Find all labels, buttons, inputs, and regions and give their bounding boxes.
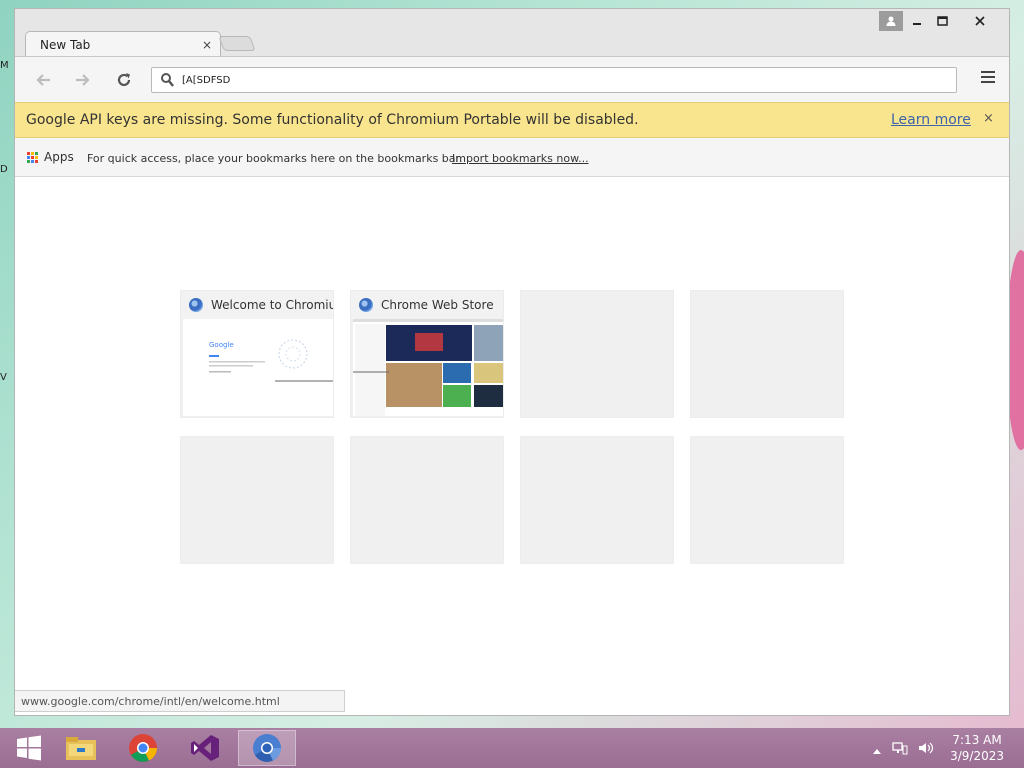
desktop-icon-label-m: M [0,60,9,71]
visual-studio-icon[interactable] [176,730,234,766]
empty-tile [690,290,844,418]
chromium-icon[interactable] [238,730,296,766]
tile-title: Welcome to Chromium [211,298,333,312]
close-window-button[interactable] [957,11,1003,31]
infobar-message: Google API keys are missing. Some functi… [26,112,639,128]
most-visited-tile[interactable]: Chrome Web Store [350,290,504,418]
desktop-icon-label-v: V [0,372,7,383]
omnibox[interactable] [151,67,957,93]
empty-tile [180,436,334,564]
tab-new-tab[interactable]: New Tab × [25,31,221,57]
browser-window: New Tab × Google API keys are missing. S… [14,8,1010,716]
apps-shortcut[interactable]: Apps [27,150,74,164]
apps-grid-icon [27,151,38,163]
tab-close-icon[interactable]: × [202,38,212,52]
profile-icon[interactable] [879,11,903,31]
empty-tile [520,436,674,564]
clock-date: 3/9/2023 [950,749,1004,763]
tile-title: Chrome Web Store [381,298,494,312]
network-icon[interactable] [892,740,908,759]
windows-start-icon[interactable] [0,730,58,766]
hamburger-menu-icon[interactable] [981,71,995,86]
new-tab-page: Welcome to Chromium Google Chrome Web St [15,177,1009,715]
new-tab-button[interactable] [218,36,256,51]
file-explorer-icon[interactable] [52,730,110,766]
import-bookmarks-link[interactable]: Import bookmarks now... [452,152,589,165]
taskbar-clock[interactable]: 7:13 AM 3/9/2023 [950,732,1004,764]
web-store-favicon-icon [359,298,373,312]
search-icon [160,72,174,92]
tab-title: New Tab [40,37,91,52]
infobar-close-icon[interactable]: × [983,111,994,126]
bookmarks-bar: Apps For quick access, place your bookma… [15,138,1009,177]
svg-text:Google: Google [209,341,234,349]
most-visited-tile[interactable]: Welcome to Chromium Google [180,290,334,418]
learn-more-link[interactable]: Learn more [891,112,971,128]
tile-thumbnail: Google [183,319,333,416]
toolbar [15,56,1009,102]
taskbar: 7:13 AM 3/9/2023 [0,728,1024,768]
forward-arrow-icon[interactable] [71,68,95,92]
minimize-button[interactable] [905,11,929,31]
window-controls [879,11,1003,31]
system-tray [872,740,934,759]
clock-time: 7:13 AM [952,733,1002,747]
chromium-favicon-icon [189,298,203,312]
back-arrow-icon[interactable] [31,68,55,92]
tile-thumbnail [353,319,503,416]
maximize-button[interactable] [931,11,955,31]
bookmarks-hint: For quick access, place your bookmarks h… [87,152,463,165]
empty-tile [690,436,844,564]
status-bubble: www.google.com/chrome/intl/en/welcome.ht… [15,690,345,712]
desktop-icon-label-d: D [0,164,8,175]
omnibox-input[interactable] [182,71,942,89]
volume-icon[interactable] [918,740,934,759]
reload-icon[interactable] [112,68,136,92]
show-hidden-icons-icon[interactable] [872,740,882,759]
chrome-icon[interactable] [114,730,172,766]
api-keys-infobar: Google API keys are missing. Some functi… [15,102,1009,138]
empty-tile [520,290,674,418]
empty-tile [350,436,504,564]
apps-label: Apps [44,150,74,164]
